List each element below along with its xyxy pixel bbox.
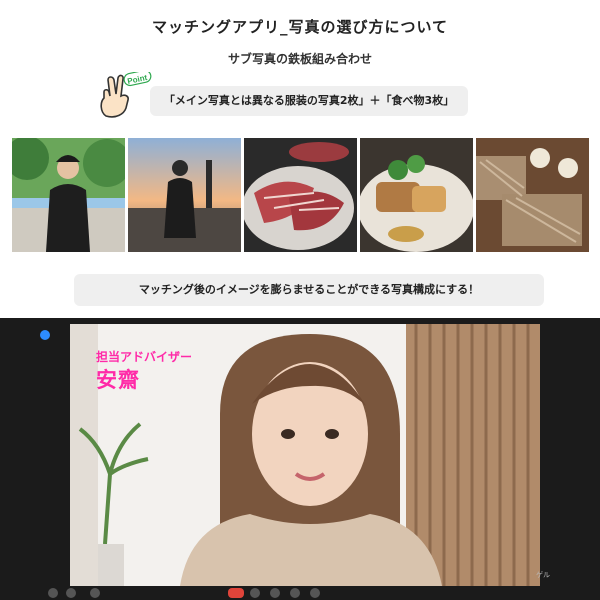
slide-subtitle: サブ写真の鉄板組み合わせ <box>227 52 372 66</box>
share-icon[interactable] <box>90 588 100 598</box>
camera-icon[interactable] <box>66 588 76 598</box>
video-call-panel: 担当アドバイザー 安齋 ゲル <box>0 318 600 600</box>
app-status-icon <box>40 330 50 340</box>
man-outdoor-photo <box>12 138 125 252</box>
point-hand-icon: Point <box>100 72 152 118</box>
more-icon[interactable] <box>310 588 320 598</box>
soba-noodles-photo <box>476 138 589 252</box>
participant-label: ゲル <box>536 571 550 579</box>
formula-box: 「メイン写真とは異なる服装の写真2枚」＋「食べ物3枚」 <box>150 86 468 116</box>
advisor-name-label: 安齋 <box>96 368 140 392</box>
yakiniku-meat-photo <box>244 138 357 252</box>
cta-box: マッチング後のイメージを膨らませることができる写真構成にする！ <box>74 274 544 306</box>
slide-title: マッチングアプリ_写真の選び方について <box>151 18 449 36</box>
photo-strip <box>12 138 589 252</box>
chat-icon[interactable] <box>270 588 280 598</box>
advisor-video: 担当アドバイザー 安齋 <box>70 324 540 586</box>
fish-dish-photo <box>360 138 473 252</box>
end-call-button[interactable] <box>228 588 244 598</box>
man-sunset-beach-photo <box>128 138 241 252</box>
call-toolbar <box>0 586 600 600</box>
presentation-slide: マッチングアプリ_写真の選び方について サブ写真の鉄板組み合わせ Point 「… <box>0 0 600 318</box>
reactions-icon[interactable] <box>290 588 300 598</box>
mic-icon[interactable] <box>48 588 58 598</box>
advisor-role-label: 担当アドバイザー <box>96 350 193 364</box>
participants-icon[interactable] <box>250 588 260 598</box>
